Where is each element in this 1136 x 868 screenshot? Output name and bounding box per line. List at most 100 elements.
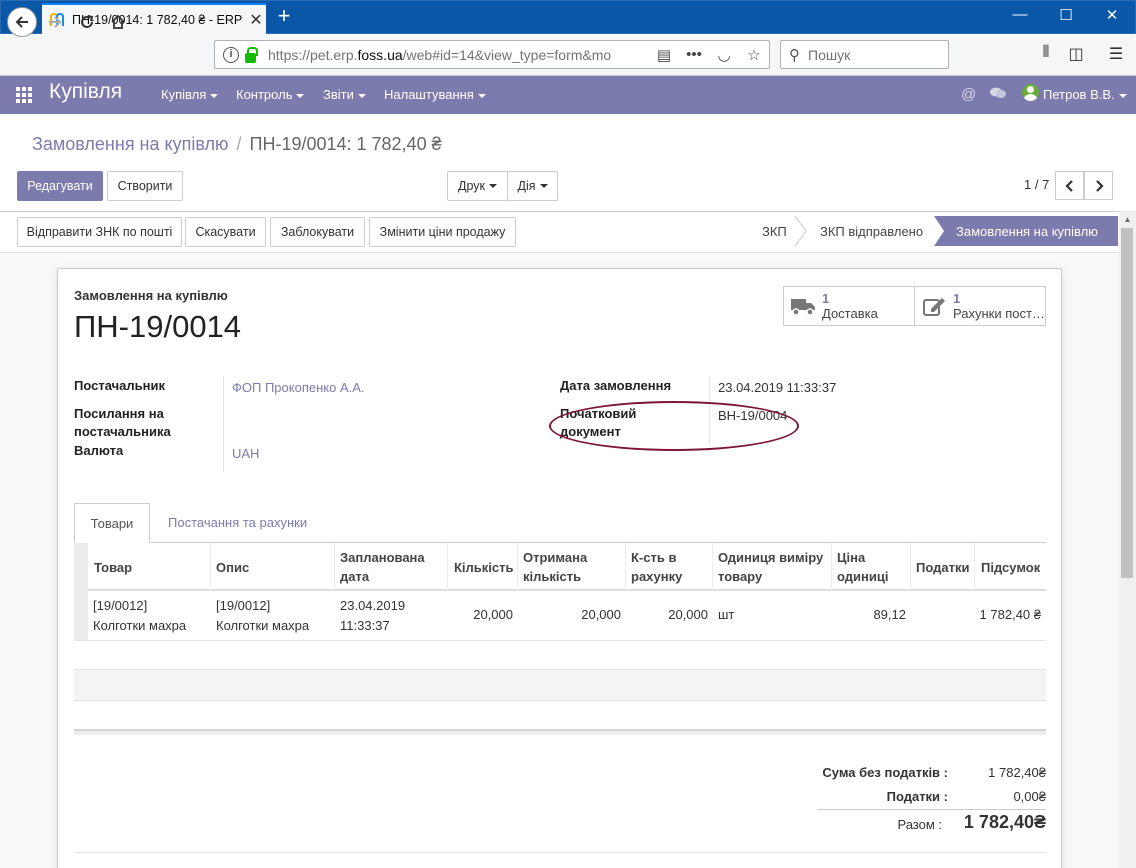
untaxed-amount-label: Сума без податків : [822, 765, 948, 780]
chat-icon[interactable] [989, 86, 1007, 104]
pager-value: 1 / 7 [1024, 177, 1050, 192]
cell-unit-price: 89,12 [873, 607, 906, 622]
breadcrumb-current: ПН-19/0014: 1 782,40 ₴ [249, 134, 442, 154]
sidebar-icon[interactable]: ◫ [1064, 44, 1088, 64]
stage-arrow-icon [794, 216, 807, 246]
total-label: Разом : [897, 817, 942, 832]
stage-rfq[interactable]: ЗКП [762, 216, 787, 246]
print-dropdown[interactable]: Друк [447, 171, 508, 201]
menu-reports[interactable]: Звіти [323, 87, 366, 102]
form-subtitle: Замовлення на купівлю [74, 288, 228, 303]
send-rfq-email-button[interactable]: Відправити ЗНК по пошті [17, 217, 182, 247]
order-date-label: Дата замовлення [560, 378, 672, 393]
pager-next-button[interactable] [1084, 171, 1113, 200]
at-mention-icon[interactable]: @ [961, 86, 976, 103]
cell-product: [19/0012] Колготки махра [93, 598, 187, 633]
create-button[interactable]: Створити [107, 171, 183, 201]
caret-down-icon [477, 93, 486, 98]
tab-deliveries-invoices[interactable]: Постачання та рахунки [168, 515, 307, 530]
caret-down-icon [539, 184, 548, 188]
col-taxes[interactable]: Податки [916, 558, 969, 577]
menu-settings[interactable]: Налаштування [384, 87, 486, 102]
library-icon[interactable]: ⫴ [1034, 44, 1058, 62]
scrollbar-thumb[interactable] [1121, 228, 1133, 578]
reader-view-icon[interactable]: ▤ [649, 46, 679, 64]
cell-subtotal: 1 782,40 ₴ [979, 607, 1041, 622]
new-tab-icon[interactable]: + [272, 5, 296, 29]
col-received-qty[interactable]: Отримана кількість [523, 548, 587, 586]
pager-previous-button[interactable] [1055, 171, 1084, 200]
untaxed-amount-value: 1 782,40₴ [988, 765, 1046, 780]
cell-received-qty: 20,000 [581, 607, 621, 622]
search-input[interactable]: ⚲ Пошук [780, 40, 949, 69]
table-footer [74, 729, 1046, 735]
apps-grid-icon[interactable] [16, 87, 34, 103]
col-product[interactable]: Товар [94, 558, 132, 577]
close-tab-icon[interactable]: ✕ [246, 10, 266, 30]
edit-button[interactable]: Редагувати [17, 171, 103, 201]
currency-field[interactable]: UAH [232, 446, 259, 461]
maximize-icon[interactable]: ☐ [1044, 6, 1088, 24]
taxes-value: 0,00₴ [1013, 789, 1046, 804]
minimize-icon[interactable]: — [998, 6, 1042, 23]
col-scheduled-date[interactable]: Запланована дата [340, 548, 425, 586]
row-handle-column [74, 543, 88, 640]
menu-control[interactable]: Контроль [236, 87, 305, 102]
pocket-icon[interactable]: ◡ [709, 46, 739, 64]
user-avatar[interactable] [1022, 84, 1039, 101]
info-icon[interactable]: i [223, 46, 239, 63]
cell-uom: шт [718, 607, 735, 622]
cell-scheduled-date: 23.04.2019 11:33:37 [340, 598, 406, 633]
tab-products[interactable]: Товари [74, 503, 150, 543]
form-title: ПН-19/0014 [74, 309, 242, 344]
url-bar[interactable]: i https://pet.erp.foss.ua/web#id=14&view… [214, 40, 770, 69]
highlight-annotation [549, 401, 799, 451]
stage-rfq-sent[interactable]: ЗКП відправлено [820, 216, 923, 246]
col-subtotal[interactable]: Підсумок [981, 558, 1040, 577]
order-date-field[interactable]: 23.04.2019 11:33:37 [718, 380, 836, 395]
col-uom[interactable]: Одиниця виміру товару [718, 548, 823, 586]
truck-icon [784, 296, 822, 316]
menu-purchase[interactable]: Купівля [161, 87, 219, 102]
search-icon: ⚲ [789, 46, 800, 64]
app-name: Купівля [49, 80, 123, 103]
caret-down-icon [1118, 93, 1127, 98]
caret-down-icon [296, 93, 305, 98]
back-arrow-icon[interactable] [7, 7, 37, 37]
lock-icon [245, 46, 258, 63]
empty-table-row [74, 670, 1046, 700]
close-window-icon[interactable]: ✕ [1090, 6, 1134, 24]
change-prices-button[interactable]: Змінити ціни продажу [369, 217, 516, 247]
currency-label: Валюта [74, 443, 124, 458]
supplier-ref-label: Посилання на постачальника [74, 406, 171, 439]
lock-button[interactable]: Заблокувати [270, 217, 365, 247]
breadcrumb-parent[interactable]: Замовлення на купівлю [32, 134, 229, 154]
forward-arrow-icon[interactable] [40, 7, 70, 37]
delivery-smart-button[interactable]: 1 Доставка [783, 286, 915, 326]
col-quantity[interactable]: Кількість [454, 558, 514, 577]
stage-purchase-order[interactable]: Замовлення на купівлю [934, 216, 1118, 246]
scroll-up-icon[interactable]: ▲ [1119, 212, 1136, 228]
bookmark-star-icon[interactable]: ☆ [739, 46, 769, 64]
supplier-label: Постачальник [74, 378, 165, 393]
cell-description: [19/0012] Колготки махра [216, 598, 310, 633]
cell-invoiced-qty: 20,000 [668, 607, 708, 622]
reload-icon[interactable] [72, 7, 102, 37]
col-invoiced-qty[interactable]: К-сть в рахунку [631, 548, 682, 586]
vendor-bills-smart-button[interactable]: 1 Рахунки пост… [914, 286, 1046, 326]
url-text[interactable]: https://pet.erp.foss.ua/web#id=14&view_t… [268, 47, 649, 63]
more-actions-icon[interactable]: ••• [679, 46, 709, 63]
supplier-field[interactable]: ФОП Прокопенко А.А. [232, 380, 365, 395]
action-dropdown[interactable]: Дія [507, 171, 558, 201]
col-unit-price[interactable]: Ціна одиниці [837, 548, 888, 586]
breadcrumb: Замовлення на купівлю / ПН-19/0014: 1 782,… [32, 134, 442, 154]
hamburger-menu-icon[interactable]: ☰ [1104, 44, 1128, 64]
user-menu[interactable]: Петров В.В. [1043, 87, 1127, 102]
edit-icon [915, 295, 953, 317]
caret-down-icon [489, 184, 497, 188]
cell-quantity: 20,000 [473, 607, 513, 622]
home-icon[interactable] [103, 7, 133, 37]
col-description[interactable]: Опис [216, 558, 249, 577]
cancel-button[interactable]: Скасувати [185, 217, 266, 247]
taxes-label: Податки : [886, 789, 948, 804]
